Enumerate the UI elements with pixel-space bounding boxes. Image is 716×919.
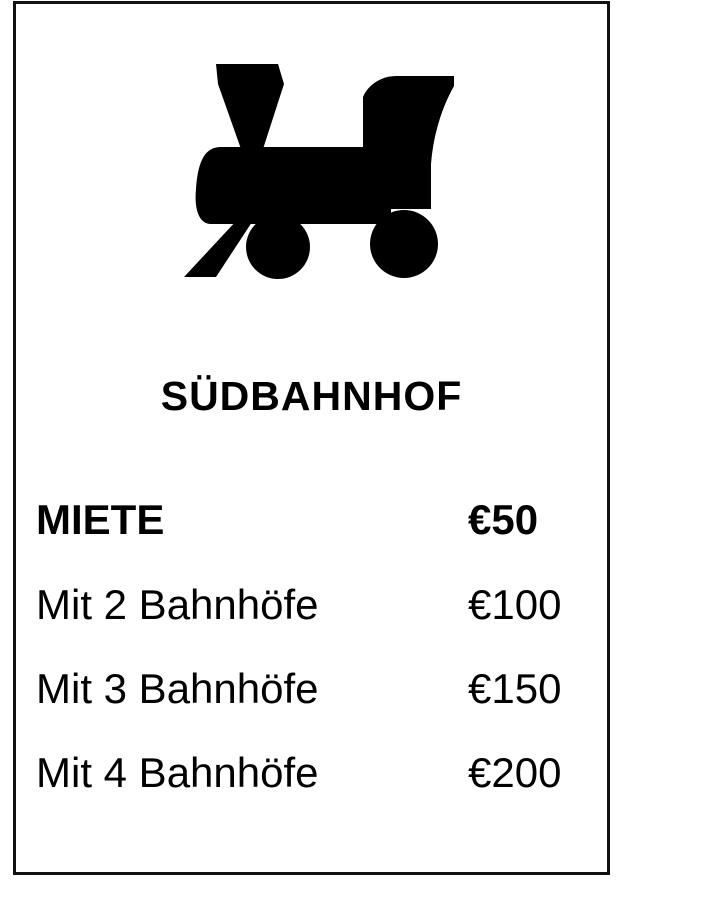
- base-rent-value: €50: [468, 496, 539, 543]
- rent-value: €150: [468, 665, 562, 712]
- card-title: SÜDBAHNHOF: [160, 373, 463, 419]
- rent-label: Mit 2 Bahnhöfe: [36, 581, 319, 628]
- rent-row-3-stations: Mit 3 Bahnhöfe €150: [16, 659, 607, 719]
- base-rent-row: MIETE €50: [16, 490, 607, 550]
- locomotive-icon: [184, 64, 454, 279]
- rent-label: Mit 3 Bahnhöfe: [36, 665, 319, 712]
- rent-value: €100: [468, 581, 562, 628]
- base-rent-label: MIETE: [36, 496, 165, 543]
- property-card: SÜDBAHNHOF MIETE €50 Mit 2 Bahnhöfe €100…: [13, 1, 610, 875]
- rent-label: Mit 4 Bahnhöfe: [36, 749, 319, 796]
- rent-row-4-stations: Mit 4 Bahnhöfe €200: [16, 743, 607, 803]
- rent-value: €200: [468, 749, 562, 796]
- rent-row-2-stations: Mit 2 Bahnhöfe €100: [16, 575, 607, 635]
